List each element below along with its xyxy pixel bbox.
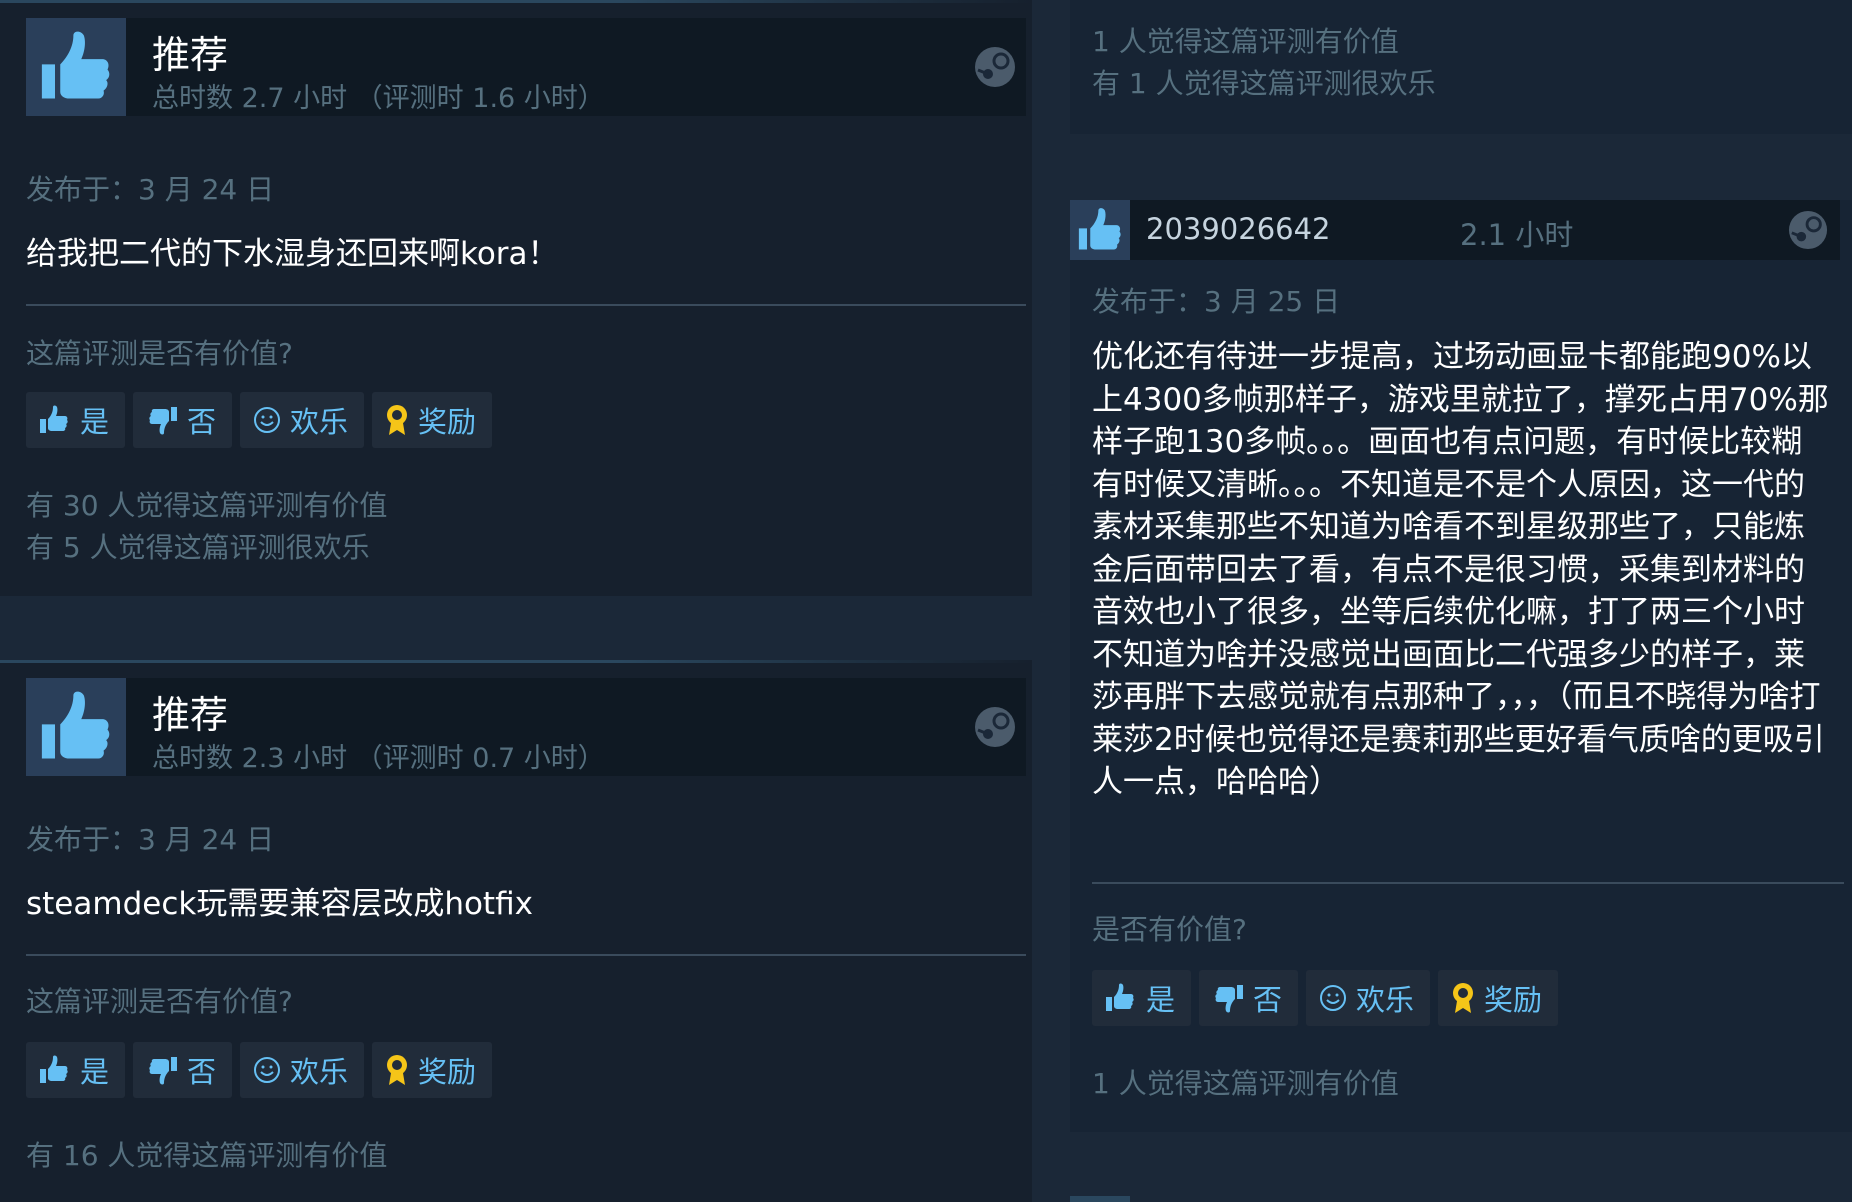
divider [26,304,1026,306]
recommendation-title: 推荐 [152,33,229,77]
helpful-count: 1 人觉得这篇评测有价值 [1092,1067,1399,1100]
vote-funny-button[interactable]: 欢乐 [1306,970,1431,1026]
review-card: 推荐 总时数 2.7 小时 （评测时 1.6 小时） 发布于：3 月 24 日 … [0,0,1032,596]
playtime-info: 2.1 小时 [1460,218,1574,252]
helpful-question: 是否有价值? [1092,913,1247,946]
award-label: 奖励 [418,405,477,439]
award-button[interactable]: 奖励 [1438,970,1559,1026]
right-review-column: 1 人觉得这篇评测有价值 有 1 人觉得这篇评测很欢乐 2039026642 2… [1070,0,1852,1202]
vote-buttons: 是 否 欢乐 奖励 [26,392,493,448]
review-content: 优化还有待进一步提高，过场动画显卡都能跑90%以上4300多帧那样子，游戏里就拉… [1092,339,1829,800]
card-top-border [0,660,1032,663]
helpful-count: 1 人觉得这篇评测有价值 [1092,25,1399,58]
vote-no-button[interactable]: 否 [133,1042,233,1098]
helpful-question: 这篇评测是否有价值? [26,337,293,370]
smiley-icon [254,407,281,433]
next-card-edge [1070,1196,1130,1202]
thumbs-up-icon [1070,200,1130,260]
thumbs-down-icon [149,407,178,435]
thumbs-up-icon [26,678,126,776]
review-content: 给我把二代的下水湿身还回来啊kora！ [26,236,559,272]
review-content: steamdeck玩需要兼容层改成hotfix [26,886,533,922]
award-icon [1453,983,1474,1013]
posted-date: 发布于：3 月 25 日 [1092,285,1341,318]
left-review-column: 推荐 总时数 2.7 小时 （评测时 1.6 小时） 发布于：3 月 24 日 … [0,0,1032,1202]
no-label: 否 [187,1055,217,1089]
helpful-question: 这篇评测是否有价值? [26,985,293,1018]
posted-date: 发布于：3 月 24 日 [26,823,275,856]
review-header[interactable]: 推荐 总时数 2.7 小时 （评测时 1.6 小时） [26,18,1026,116]
steam-logo-icon [1788,210,1828,250]
vote-funny-button[interactable]: 欢乐 [240,1042,365,1098]
yes-label: 是 [1146,983,1176,1017]
award-label: 奖励 [418,1055,477,1089]
review-card-tail: 1 人觉得这篇评测有价值 有 1 人觉得这篇评测很欢乐 [1070,0,1852,134]
card-top-border [0,0,1032,3]
award-button[interactable]: 奖励 [372,1042,493,1098]
thumbs-up-icon [1106,983,1134,1011]
vote-yes-button[interactable]: 是 [26,392,126,448]
review-header[interactable]: 推荐 总时数 2.3 小时 （评测时 0.7 小时） [26,678,1026,776]
review-card: 2039026642 2.1 小时 发布于：3 月 25 日 优化还有待进一步提… [1070,200,1852,1132]
funny-label: 欢乐 [290,1055,349,1089]
recommendation-title: 推荐 [152,693,229,737]
award-button[interactable]: 奖励 [372,392,493,448]
thumbs-up-icon [26,18,126,116]
award-icon [387,405,408,435]
playtime-info: 总时数 2.7 小时 （评测时 1.6 小时） [152,83,605,114]
funny-count: 有 5 人觉得这篇评测很欢乐 [26,531,370,564]
vote-no-button[interactable]: 否 [1199,970,1299,1026]
review-card: 推荐 总时数 2.3 小时 （评测时 0.7 小时） 发布于：3 月 24 日 … [0,660,1032,1202]
yes-label: 是 [80,405,110,439]
helpful-count: 有 30 人觉得这篇评测有价值 [26,489,388,522]
award-icon [387,1055,408,1085]
no-label: 否 [1253,983,1283,1017]
vote-no-button[interactable]: 否 [133,392,233,448]
vote-buttons: 是 否 欢乐 奖励 [26,1042,493,1098]
posted-date: 发布于：3 月 24 日 [26,173,275,206]
reviewer-name[interactable]: 2039026642 [1146,212,1331,246]
divider [26,954,1026,956]
funny-label: 欢乐 [290,405,349,439]
steam-logo-icon [974,46,1016,88]
divider [1092,882,1844,884]
vote-yes-button[interactable]: 是 [26,1042,126,1098]
yes-label: 是 [80,1055,110,1089]
vote-buttons: 是 否 欢乐 奖励 [1092,970,1559,1026]
thumbs-down-icon [149,1057,178,1085]
review-header[interactable]: 2039026642 2.1 小时 [1070,200,1840,260]
thumbs-down-icon [1215,985,1244,1013]
helpful-count: 有 16 人觉得这篇评测有价值 [26,1139,388,1172]
smiley-icon [1320,985,1347,1011]
funny-label: 欢乐 [1356,983,1415,1017]
vote-yes-button[interactable]: 是 [1092,970,1192,1026]
award-label: 奖励 [1484,983,1543,1017]
funny-count: 有 1 人觉得这篇评测很欢乐 [1092,67,1436,100]
smiley-icon [254,1057,281,1083]
steam-logo-icon [974,706,1016,748]
playtime-info: 总时数 2.3 小时 （评测时 0.7 小时） [152,743,605,774]
thumbs-up-icon [40,405,68,433]
no-label: 否 [187,405,217,439]
thumbs-up-icon [40,1055,68,1083]
vote-funny-button[interactable]: 欢乐 [240,392,365,448]
